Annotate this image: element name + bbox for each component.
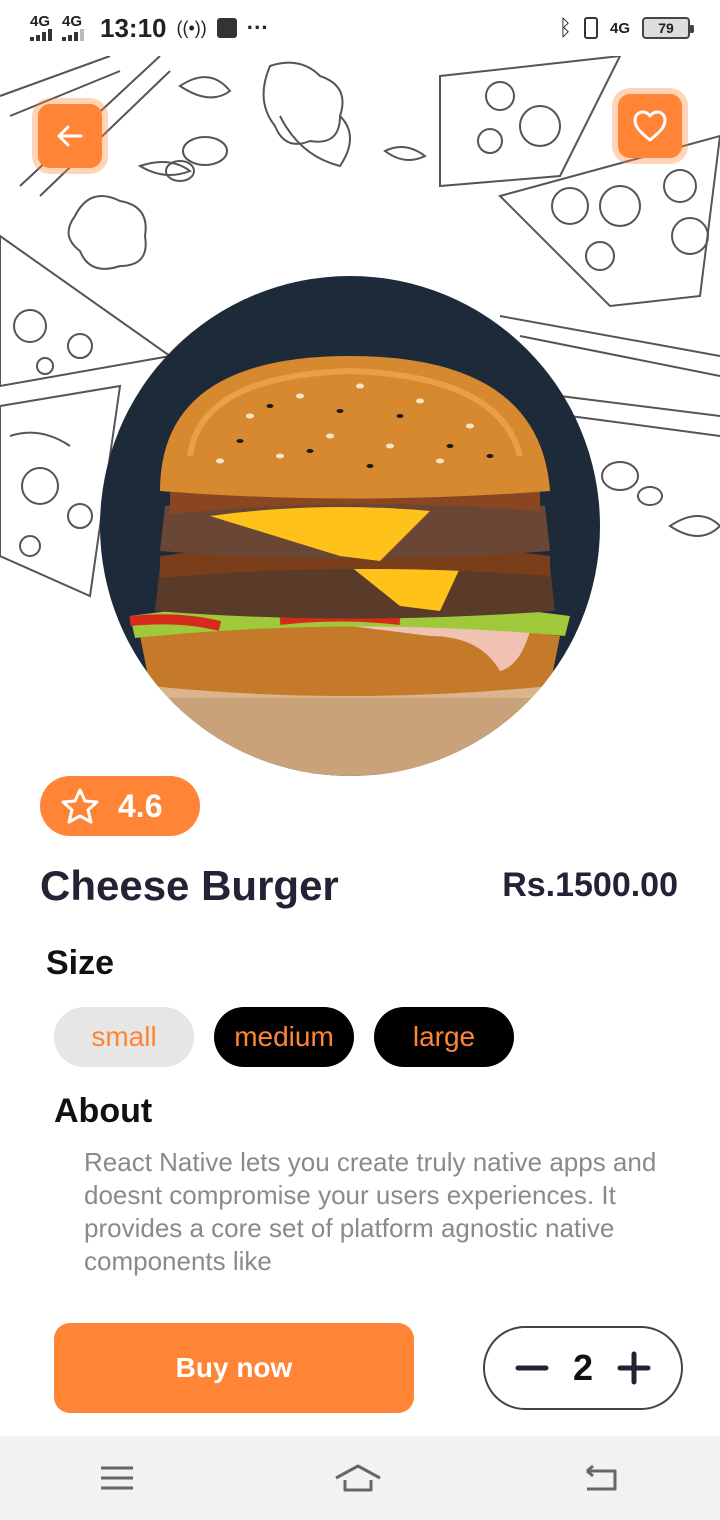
plus-icon[interactable] [617,1351,651,1385]
home-icon[interactable] [333,1462,383,1494]
size-option-medium[interactable]: medium [214,1007,354,1067]
size-label: Size [46,944,115,982]
size-option-small[interactable]: small [54,1007,194,1067]
network-type-1: 4G [30,13,51,30]
battery-level: 79 [658,20,674,36]
signal-2-icon: 4G [62,13,84,41]
shopping-bag-icon [216,18,237,38]
about-description: React Native lets you create truly nativ… [84,1147,657,1276]
buy-now-button[interactable]: Buy now [54,1323,414,1413]
product-price: Rs.1500.00 [502,866,678,904]
vibrate-icon [583,17,598,39]
network-type-3: 4G [609,19,630,37]
arrow-left-icon [57,125,83,147]
quantity-value: 2 [572,1347,594,1388]
clock: 13:10 [100,12,167,43]
back-button[interactable] [38,104,102,168]
rating-badge: 4.6 [40,776,200,836]
network-type-2: 4G [62,13,83,30]
rating-value: 4.6 [118,787,163,824]
heart-icon [633,110,667,142]
favorite-button[interactable] [618,94,682,158]
status-bar: 4G 4G 13:10 ((•)) ··· ᛒ 4G 79 [0,0,720,56]
quantity-stepper: 2 [483,1326,683,1410]
burger-image [100,276,600,776]
hero-section [0,56,720,776]
bluetooth-icon: ᛒ [558,15,572,40]
back-icon[interactable] [581,1463,621,1493]
signal-1-icon: 4G [30,13,52,41]
size-option-large[interactable]: large [374,1007,514,1067]
size-options: small medium large [54,1007,514,1067]
hotspot-icon: ((•)) [176,17,207,38]
product-name: Cheese Burger [40,862,339,909]
battery-indicator: 79 [642,17,694,39]
system-nav-bar [0,1436,720,1520]
about-label: About [54,1092,153,1130]
star-icon [61,788,99,824]
minus-icon[interactable] [515,1351,549,1385]
menu-icon[interactable] [99,1464,135,1492]
more-dots-icon: ··· [246,15,269,40]
